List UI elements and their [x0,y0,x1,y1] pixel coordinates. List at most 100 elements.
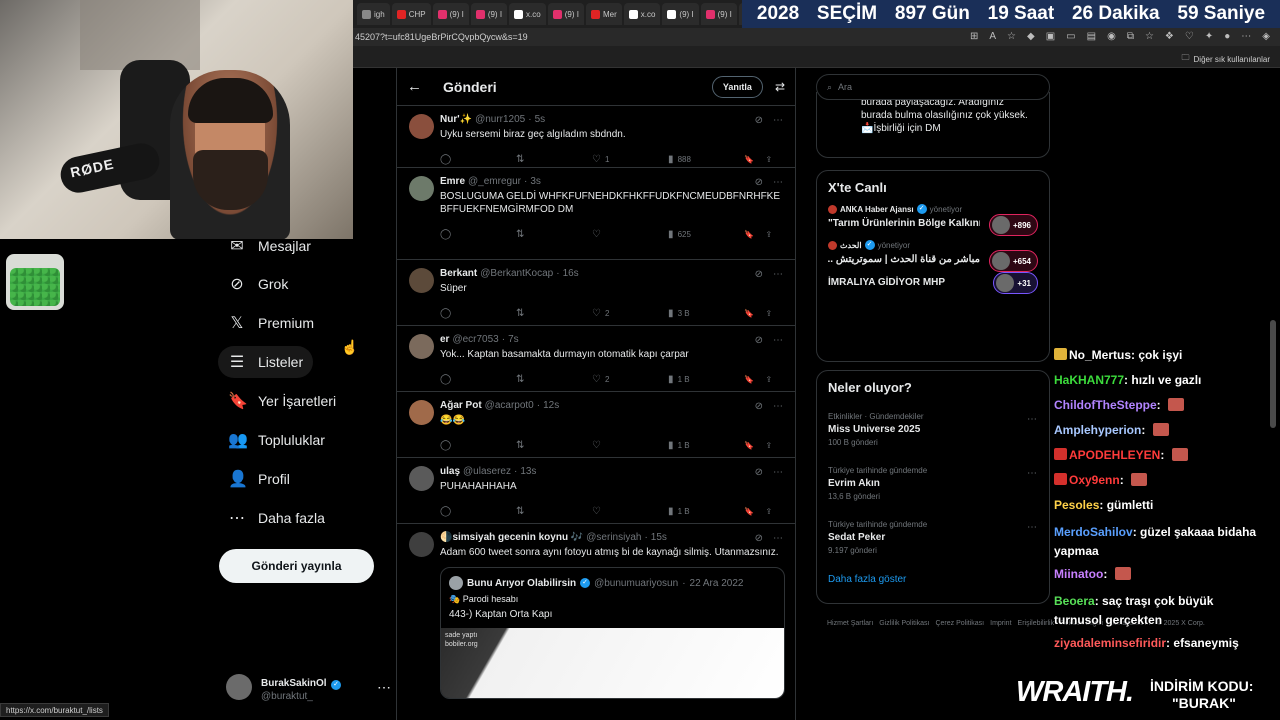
avatar[interactable] [409,400,434,425]
profile-avatar-icon[interactable]: ● [1224,32,1230,42]
like-button[interactable]: ♡ 1 [592,154,668,165]
copilot-icon[interactable]: ✦ [1205,32,1213,42]
nav-item-mesajlar[interactable]: ✉ Mesajlar [218,230,321,262]
tweet-time[interactable]: 12s [543,400,559,411]
reply-button[interactable]: ◯ [440,374,516,385]
nav-item-daha-fazla[interactable]: ⋯ Daha fazla [218,502,335,534]
share-icon[interactable]: ⇪ [766,375,785,384]
footer-link[interactable]: Gizlilik Politikası [879,620,929,627]
share-icon[interactable]: ⇪ [766,155,785,164]
split-screen-icon[interactable]: ⧉ [1127,32,1134,42]
tweet-author-name[interactable]: ulaş [440,466,460,477]
collections-icon[interactable]: ❖ [1165,32,1174,42]
post-button[interactable]: Gönderi yayınla [219,549,374,583]
tweet-time[interactable]: 3s [530,176,541,187]
nav-item-listeler[interactable]: ☰ Listeler [218,346,314,378]
reply-tweet[interactable]: ⊘ ⋯ Ağar Pot @acarpot0 · 12s 😂😂 ◯ ⇅ ♡ ▮ 1 B 🔖 ⇪ [397,392,795,458]
favorites-icon[interactable]: ☆ [1145,32,1154,42]
more-icon[interactable]: ⋯ [773,335,783,346]
footer-link[interactable]: Erişilebilirlik [1018,620,1055,627]
tweet-time[interactable]: 15s [651,532,667,543]
views-button[interactable]: ▮ 1 B [668,374,744,385]
reply-button[interactable]: ◯ [440,440,516,451]
browser-essentials-icon[interactable]: ♡ [1185,32,1194,42]
reply-tweet[interactable]: ⊘ ⋯ er @ecr7053 · 7s Yok... Kaptan basamakta d… [397,326,795,392]
tweet-time[interactable]: 13s [520,466,536,477]
copilot-sidebar-icon[interactable]: ◈ [1262,32,1270,42]
live-broadcast-item[interactable]: ANKA Haber Ajansı ✓ yönetiyor "Tarım Ürünle… [817,204,1049,236]
share-icon[interactable]: ⇪ [766,507,785,516]
browser-tab[interactable]: CHP [391,3,431,25]
like-button[interactable]: ♡ [592,229,668,240]
share-icon[interactable]: ⇪ [766,309,785,318]
like-button[interactable]: ♡ [592,440,668,451]
grok-icon[interactable]: ⊘ [755,115,763,126]
avatar[interactable] [409,176,434,201]
grok-icon[interactable]: ⊘ [755,467,763,478]
like-button[interactable]: ♡ 2 [592,308,668,319]
tweet-time[interactable]: 5s [535,114,546,125]
views-button[interactable]: ▮ 888 [668,154,744,165]
views-button[interactable]: ▮ 625 [668,229,744,240]
show-more-link[interactable]: Daha fazla göster [817,566,1049,597]
share-icon[interactable]: ⇪ [766,230,785,239]
tweet-author-handle[interactable]: @ulaserez [463,466,511,477]
browser-tab[interactable]: Mer [585,3,622,25]
trend-item[interactable]: Etkinlikler · Gündemdekiler Miss Universe… [817,404,1049,458]
more-icon[interactable]: ⋯ [773,401,783,412]
tweet-author-name[interactable]: er [440,334,449,345]
reply-button[interactable]: ◯ [440,308,516,319]
views-button[interactable]: ▮ 1 B [668,440,744,451]
tweet-author-name[interactable]: Nur'✨ [440,114,472,125]
more-icon[interactable]: ⋯ [1027,468,1037,479]
trend-item[interactable]: Türkiye tarihinde gündemde Sedat Peker 9.1… [817,512,1049,566]
avatar[interactable] [409,334,434,359]
bookmark-icon[interactable]: 🔖 [744,309,765,318]
more-icon[interactable]: ⋯ [773,177,783,188]
views-button[interactable]: ▮ 3 B [668,308,744,319]
reply-tweet[interactable]: ⊘ ⋯ 🌗simsiyah gecenin koynu 🎶 @serinsiyah · 1… [397,524,795,720]
browser-tab[interactable]: igh [357,3,390,25]
reply-settings-icon[interactable]: ⇄ [775,80,785,94]
avatar[interactable] [409,114,434,139]
tweet-author-handle[interactable]: @nurr1205 [475,114,525,125]
url-text[interactable]: 45207?t=ufc81UgeBrPirCQvpbQycw&s=19 [353,32,853,42]
footer-link[interactable]: Hizmet Şartları [827,620,873,627]
grok-icon[interactable]: ⊘ [755,269,763,280]
more-icon[interactable]: ⋯ [773,115,783,126]
browser-tab[interactable]: (9) I [432,3,469,25]
tweet-time[interactable]: 7s [508,334,519,345]
quoted-tweet[interactable]: Bunu Arıyor Olabilirsin ✓ @bunumuariyosun ·… [440,567,785,699]
trend-item[interactable]: Türkiye tarihinde gündemde Evrim Akın 13,6… [817,458,1049,512]
grok-icon[interactable]: ⊘ [755,335,763,346]
reply-tweet[interactable]: ⊘ ⋯ Berkant @BerkantKocap · 16s Süper ◯ ⇅ ♡ 2 ▮ 3 B 🔖… [397,260,795,326]
footer-link[interactable]: Imprint [990,620,1011,627]
back-arrow-icon[interactable]: ← [407,78,443,95]
listener-count-badge[interactable]: +654 [988,250,1038,272]
reply-tweet[interactable]: ⊘ ⋯ Emre @_emregur · 3s BOSLUGUMA GELDİ WHFKFU… [397,168,795,260]
retweet-button[interactable]: ⇅ [516,229,592,240]
nav-item-profil[interactable]: 👤 Profil [218,463,300,495]
retweet-button[interactable]: ⇅ [516,154,592,165]
tweet-author-name[interactable]: Berkant [440,268,477,279]
bookmark-icon[interactable]: 🔖 [744,441,765,450]
reply-button[interactable]: ◯ [440,506,516,517]
extension-icon[interactable]: ▣ [1046,32,1055,42]
install-app-icon[interactable]: ⊞ [970,32,978,42]
like-button[interactable]: ♡ 2 [592,374,668,385]
grok-icon[interactable]: ⊘ [755,177,763,188]
reply-tweet[interactable]: ⊘ ⋯ Nur'✨ @nurr1205 · 5s Uyku sersemi biraz ge… [397,106,795,168]
bookmark-icon[interactable]: 🔖 [744,230,765,239]
retweet-button[interactable]: ⇅ [516,440,592,451]
account-switcher[interactable]: BurakSakinOl ✓ @buraktut_ ⋯ [226,671,391,703]
tweet-author-name[interactable]: Emre [440,176,465,187]
tweet-author-name[interactable]: 🌗simsiyah gecenin koynu 🎶 [440,532,583,543]
like-button[interactable]: ♡ [592,506,668,517]
search-input[interactable]: ⌕ Ara [816,74,1050,100]
nav-item-grok[interactable]: ⊘ Grok [218,268,298,300]
browser-tab[interactable]: x.co [623,3,661,25]
more-icon[interactable]: ⋯ [773,269,783,280]
address-bar[interactable]: 45207?t=ufc81UgeBrPirCQvpbQycw&s=19 ⊞ A … [353,28,1280,46]
browser-tab[interactable]: x.co [509,3,546,25]
tweet-author-handle[interactable]: @ecr7053 [452,334,498,345]
